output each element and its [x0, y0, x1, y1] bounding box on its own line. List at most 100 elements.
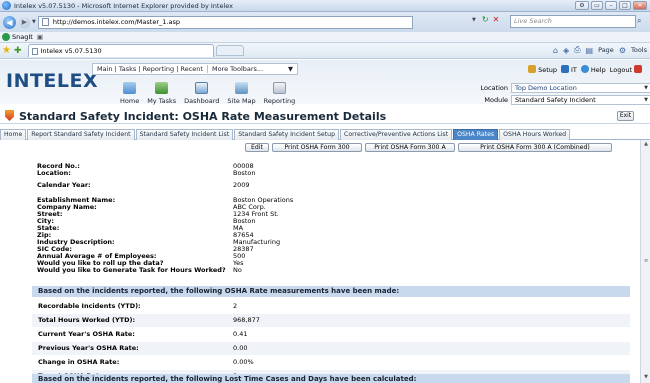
scroll-grip-icon[interactable]: ≡ — [644, 258, 648, 264]
close-window-button[interactable]: ✕ — [633, 1, 647, 10]
module-label: Module — [484, 96, 508, 104]
browser-tab[interactable]: Intelex v5.07.5130 — [27, 44, 214, 57]
maximize-window-button[interactable]: □ — [619, 1, 631, 10]
favorites-star-icon[interactable]: ★ — [2, 45, 11, 56]
nav-tasks-label: My Tasks — [147, 97, 177, 105]
new-tab-button[interactable] — [215, 45, 244, 56]
rate-row: Previous Year's OSHA Rate: 0.00 — [32, 342, 630, 355]
sitemap-icon — [235, 82, 249, 94]
print-osha-300a-combined-button[interactable]: Print OSHA Form 300 A (Combined) — [458, 143, 612, 152]
rate-row: Change in OSHA Rate: 0.00% — [32, 356, 630, 369]
tab-report-incident[interactable]: Report Standard Safety Incident — [27, 129, 135, 140]
exit-button[interactable]: Exit — [617, 111, 634, 121]
snagit-window-icon[interactable]: ▣ — [37, 33, 43, 41]
tab-capa-list[interactable]: Corrective/Preventive Actions List — [340, 129, 453, 140]
more-toolbars-dropdown[interactable]: More Toolbars... ▼ — [206, 65, 293, 73]
window-titlebar: Intelex v5.07.5130 - Microsoft Internet … — [0, 0, 650, 12]
web-page: INTELEX Main | Tasks | Reporting | Recen… — [0, 60, 650, 383]
logout-icon — [634, 65, 642, 73]
links-bar: SnagIt ▣ — [0, 32, 650, 43]
page-menu[interactable]: Page — [598, 46, 614, 54]
home-command-icon[interactable]: ⌂ — [553, 46, 558, 55]
tab-incident-list[interactable]: Standard Safety Incident List — [135, 129, 234, 140]
vertical-scrollbar[interactable]: ▲ ≡ ▼ — [640, 140, 650, 383]
help-window-button[interactable]: ⚙ — [575, 1, 589, 10]
refresh-icon[interactable]: ↻ — [482, 15, 489, 24]
toolbar-switcher[interactable]: Main | Tasks | Reporting | Recent More T… — [92, 63, 298, 75]
scroll-up-icon[interactable]: ▲ — [642, 141, 650, 149]
stop-icon[interactable]: ✕ — [493, 15, 500, 24]
rate-value: 0.41 — [233, 330, 248, 338]
location-label: Location — [480, 84, 509, 92]
setup-icon — [528, 65, 537, 73]
setup-link[interactable]: Setup — [528, 65, 557, 74]
nav-home-label: Home — [120, 97, 140, 105]
rate-label: Current Year's OSHA Rate: — [38, 330, 135, 338]
minimize-window-button[interactable]: – — [605, 1, 617, 10]
field-label: Calendar Year: — [37, 181, 91, 189]
window-title: Intelex v5.07.5130 - Microsoft Internet … — [14, 1, 234, 10]
rate-label: Change in OSHA Rate: — [38, 358, 120, 366]
nav-reporting[interactable]: Reporting — [263, 82, 296, 105]
print-osha-300-button[interactable]: Print OSHA Form 300 — [272, 143, 362, 152]
live-search-input[interactable]: Live Search — [510, 15, 636, 28]
rate-value: 0.00 — [233, 344, 248, 352]
help-label: Help — [590, 66, 606, 74]
forward-button[interactable]: ▶ — [19, 16, 30, 28]
restore-window-icon[interactable]: ▭ — [591, 1, 603, 10]
feeds-icon[interactable]: ◈ — [563, 46, 569, 55]
intelex-logo[interactable]: INTELEX — [6, 70, 98, 92]
setup-label: Setup — [538, 66, 558, 74]
tab-osha-hours-worked[interactable]: OSHA Hours Worked — [499, 129, 571, 140]
page-menu-icon: ▤ — [585, 45, 594, 55]
snagit-icon[interactable] — [2, 33, 10, 41]
action-buttons: Edit Print OSHA Form 300 Print OSHA Form… — [245, 143, 615, 152]
nav-dashboard[interactable]: Dashboard — [184, 82, 219, 105]
print-osha-300a-button[interactable]: Print OSHA Form 300 A — [365, 143, 455, 152]
tools-menu[interactable]: Tools — [631, 46, 647, 54]
url-dropdown-icon[interactable]: ▼ — [472, 17, 476, 23]
module-select[interactable]: Standard Safety Incident ▼ — [511, 95, 650, 105]
toolbar-links[interactable]: Main | Tasks | Reporting | Recent — [97, 65, 203, 73]
logout-label: Logout — [609, 66, 632, 74]
snagit-label[interactable]: SnagIt — [12, 33, 33, 41]
address-bar: ◀ ▶ ▼ http://demos.intelex.com/Master_1.… — [0, 12, 650, 32]
edit-button[interactable]: Edit — [245, 143, 269, 152]
field-label: Would you like to Generate Task for Hour… — [37, 266, 226, 274]
location-value: Top Demo Location — [515, 84, 577, 92]
search-icon[interactable]: ⌕ — [637, 16, 641, 26]
help-icon — [580, 65, 589, 73]
nav-site-map[interactable]: Site Map — [227, 82, 256, 105]
add-favorite-icon[interactable]: ✚ — [14, 46, 22, 56]
history-dropdown-icon[interactable]: ▼ — [32, 19, 36, 25]
rate-row: Recordable Incidents (YTD): 2 — [32, 300, 630, 313]
logout-link[interactable]: Logout — [610, 65, 644, 74]
tab-incident-setup[interactable]: Standard Safety Incident Setup — [234, 129, 340, 140]
lost-time-section-header: Based on the incidents reported, the fol… — [32, 374, 630, 383]
nav-home[interactable]: Home — [120, 82, 139, 105]
it-link[interactable]: IT — [561, 65, 577, 74]
url-input[interactable]: http://demos.intelex.com/Master_1.asp — [37, 15, 413, 29]
location-select[interactable]: Top Demo Location ▼ — [511, 83, 650, 93]
help-link[interactable]: Help — [580, 65, 606, 74]
it-icon — [561, 65, 570, 73]
tab-page-icon — [31, 47, 38, 55]
scroll-down-icon[interactable]: ▼ — [642, 374, 650, 382]
module-value: Standard Safety Incident — [515, 96, 596, 104]
nav-my-tasks[interactable]: My Tasks — [147, 82, 176, 105]
field-value: No — [233, 266, 242, 274]
chevron-down-icon: ▼ — [644, 97, 648, 103]
module-row: Module Standard Safety Incident ▼ — [478, 95, 650, 105]
rate-label: Total Hours Worked (YTD): — [38, 316, 136, 324]
print-icon[interactable]: ⎙ — [574, 45, 580, 55]
nav-sitemap-label: Site Map — [227, 97, 256, 105]
rate-row: Current Year's OSHA Rate: 0.41 — [32, 328, 630, 341]
tab-home[interactable]: Home — [0, 129, 27, 140]
back-button[interactable]: ◀ — [3, 15, 16, 29]
tools-menu-icon: ⚙ — [618, 45, 626, 55]
app-header: INTELEX Main | Tasks | Reporting | Recen… — [0, 60, 650, 105]
tasks-icon — [155, 82, 169, 94]
tab-osha-rates[interactable]: OSHA Rates — [453, 129, 499, 140]
field-label: Location: — [37, 169, 71, 177]
nav-reporting-label: Reporting — [263, 97, 296, 105]
